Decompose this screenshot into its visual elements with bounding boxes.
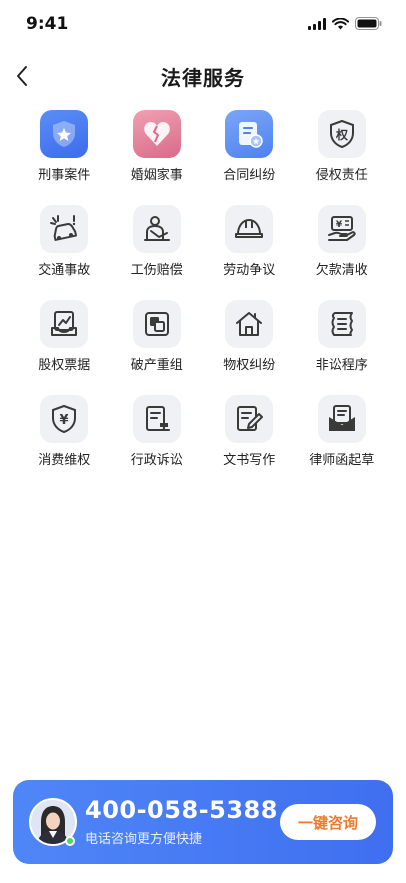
service-item-injury[interactable]: 工伤赔偿	[111, 205, 204, 278]
one-click-consult-button[interactable]: 一键咨询	[280, 804, 376, 840]
service-item-property[interactable]: 物权纠纷	[203, 300, 296, 373]
page-title: 法律服务	[161, 66, 245, 90]
nav-bar: 法律服务	[0, 56, 406, 96]
document-stamp-icon	[132, 395, 181, 443]
service-label: 工伤赔偿	[130, 263, 183, 278]
service-label: 婚姻家事	[130, 168, 183, 183]
service-label: 交通事故	[38, 263, 91, 278]
svg-text:¥: ¥	[336, 220, 343, 230]
hotline-subtitle: 电话咨询更方便快捷	[85, 832, 203, 847]
service-label: 股权票据	[38, 358, 91, 373]
status-time: 9:41	[26, 14, 69, 34]
service-item-bankruptcy[interactable]: 破产重组	[111, 300, 204, 373]
broken-heart-icon	[132, 110, 181, 158]
car-crash-icon	[40, 205, 89, 253]
service-item-non-litigation[interactable]: 非讼程序	[296, 300, 389, 373]
equity-chart-icon	[40, 300, 89, 348]
house-icon	[225, 300, 274, 348]
document-pen-icon	[225, 395, 274, 443]
contract-icon	[225, 110, 274, 158]
service-item-labor[interactable]: 劳动争议	[203, 205, 296, 278]
service-item-contract[interactable]: 合同纠纷	[203, 110, 296, 183]
service-item-criminal[interactable]: 刑事案件	[18, 110, 111, 183]
service-label: 文书写作	[223, 453, 276, 468]
letter-icon	[317, 395, 366, 443]
service-item-traffic[interactable]: 交通事故	[18, 205, 111, 278]
service-item-debt[interactable]: ¥ 欠款清收	[296, 205, 389, 278]
service-label: 非讼程序	[315, 358, 368, 373]
service-item-consumer[interactable]: ¥ 消费维权	[18, 395, 111, 468]
yen-shield-icon: ¥	[40, 395, 89, 443]
phone-consult-banner: 400-058-5388 电话咨询更方便快捷 一键咨询	[13, 780, 393, 864]
service-label: 劳动争议	[223, 263, 276, 278]
service-label: 欠款清收	[315, 263, 368, 278]
service-item-equity[interactable]: 股权票据	[18, 300, 111, 373]
service-label: 消费维权	[38, 453, 91, 468]
restructure-icon	[132, 300, 181, 348]
svg-text:权: 权	[335, 127, 349, 142]
shield-star-icon	[40, 110, 89, 158]
scroll-icon	[317, 300, 366, 348]
service-item-tort[interactable]: 权 侵权责任	[296, 110, 389, 183]
svg-text:¥: ¥	[60, 413, 69, 428]
service-item-writing[interactable]: 文书写作	[203, 395, 296, 468]
service-label: 物权纠纷	[223, 358, 276, 373]
service-label: 刑事案件	[38, 168, 91, 183]
service-label: 侵权责任	[315, 168, 368, 183]
status-icons	[308, 17, 382, 30]
service-grid: 刑事案件 婚姻家事 合同纠纷 权 侵权责任 交通事故 工伤赔偿 劳动争议 ¥ 欠…	[18, 110, 388, 468]
status-bar: 9:41	[0, 0, 406, 44]
money-hand-icon: ¥	[317, 205, 366, 253]
service-label: 行政诉讼	[130, 453, 183, 468]
hotline-number[interactable]: 400-058-5388	[85, 796, 278, 824]
infringement-shield-icon: 权	[317, 110, 366, 158]
signal-icon	[308, 17, 326, 30]
service-label: 律师函起草	[309, 453, 375, 468]
service-item-lawyer-letter[interactable]: 律师函起草	[296, 395, 389, 468]
battery-icon	[355, 17, 382, 30]
online-status-dot	[65, 836, 75, 846]
service-item-marriage[interactable]: 婚姻家事	[111, 110, 204, 183]
service-label: 合同纠纷	[223, 168, 276, 183]
service-label: 破产重组	[130, 358, 183, 373]
injured-person-icon	[132, 205, 181, 253]
service-item-administrative[interactable]: 行政诉讼	[111, 395, 204, 468]
wifi-icon	[332, 17, 349, 29]
helmet-icon	[225, 205, 274, 253]
